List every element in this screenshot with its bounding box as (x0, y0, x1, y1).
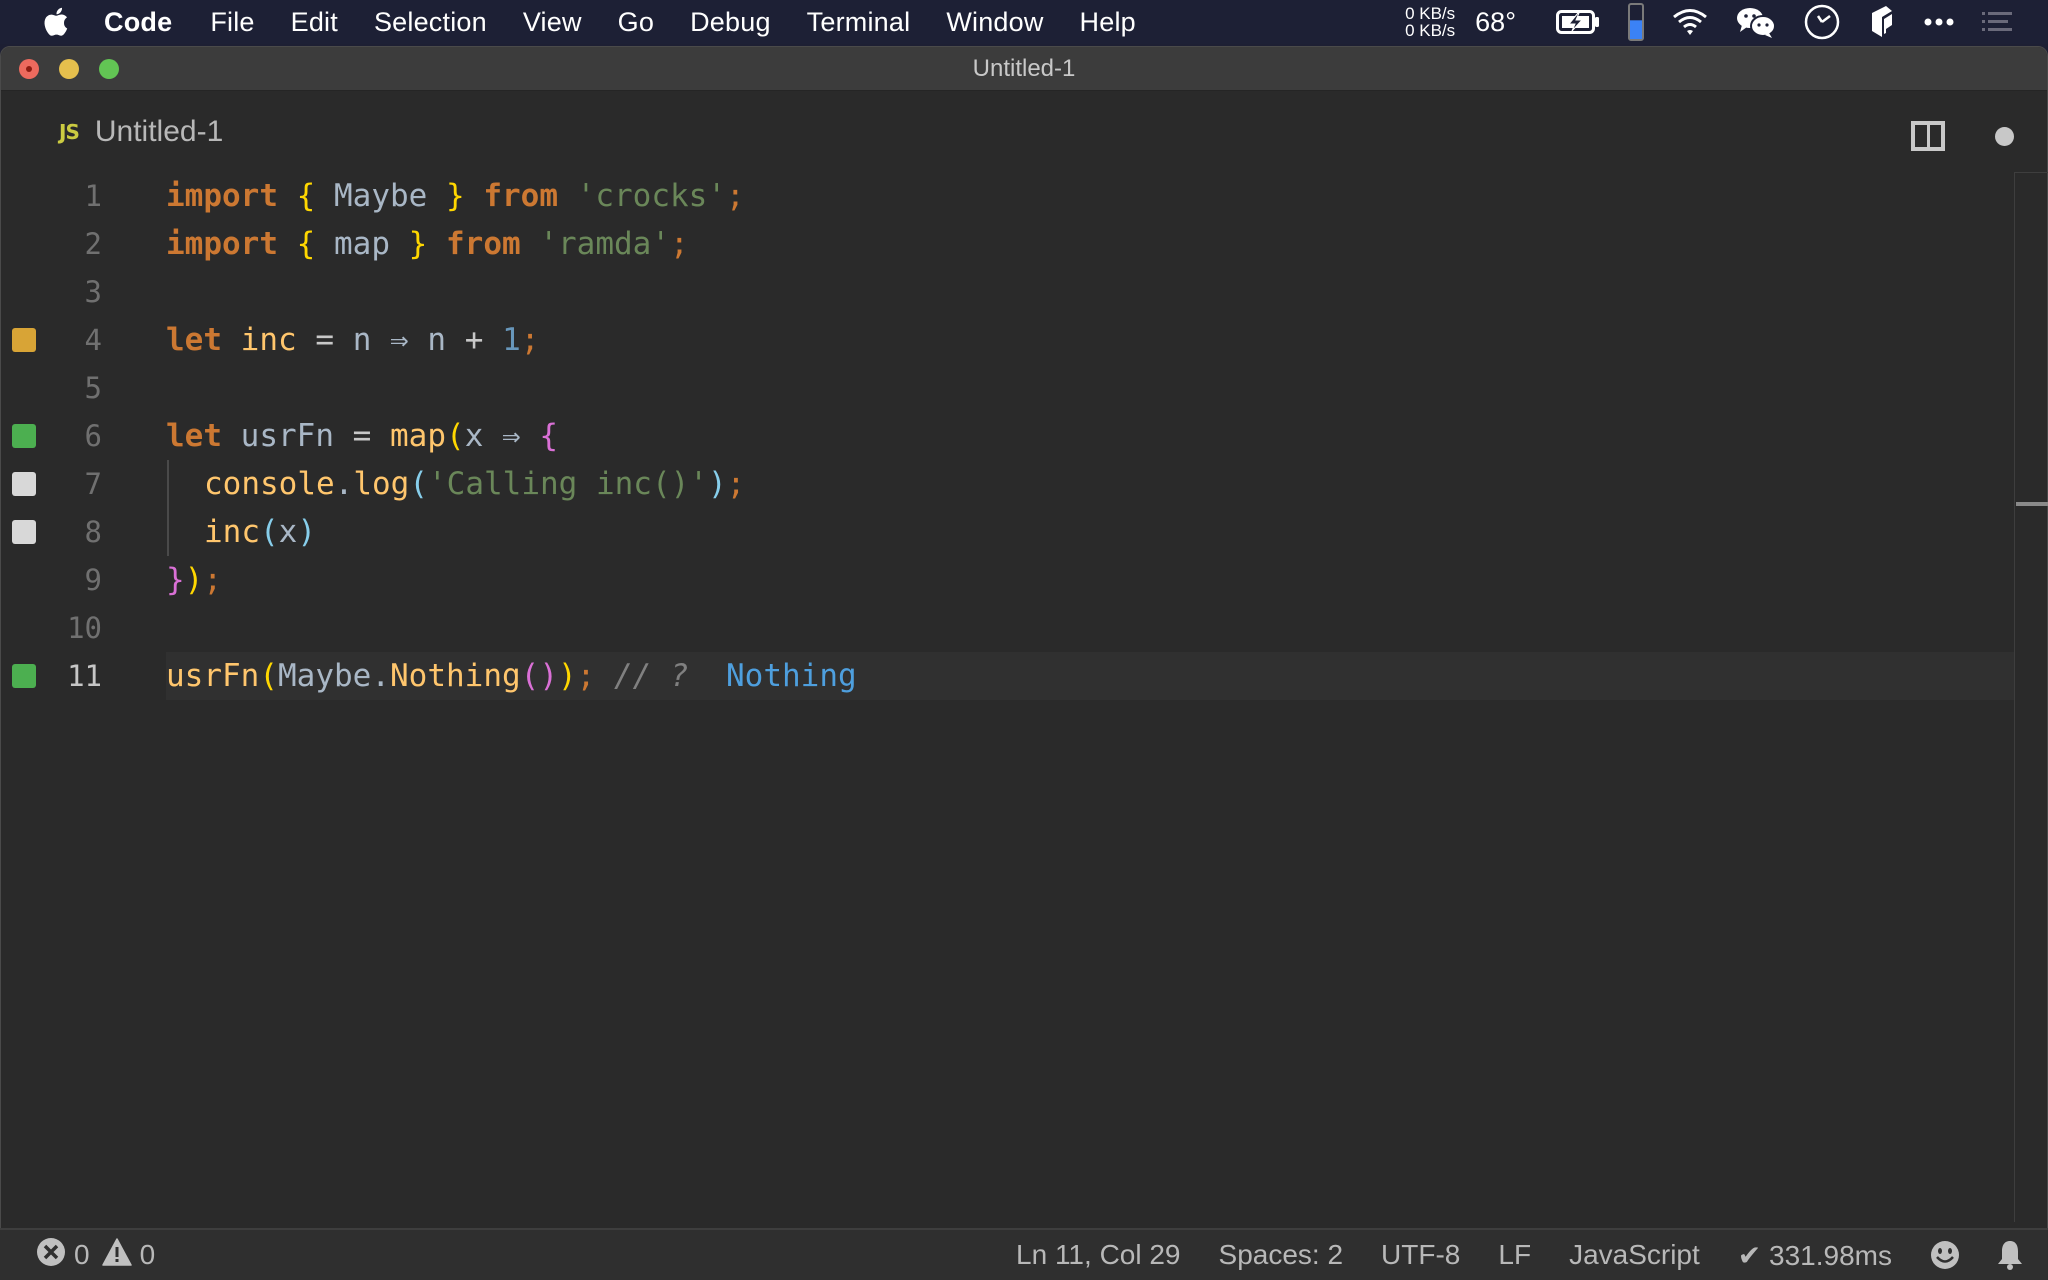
list-icon[interactable] (1982, 11, 2012, 33)
javascript-file-icon: JS (59, 120, 80, 144)
tab-label: Untitled-1 (94, 115, 224, 148)
problems-indicator[interactable]: 0 0 (36, 1237, 167, 1274)
net-download: 0 KB/s (1405, 21, 1456, 40)
code-editor[interactable]: 1 import { Maybe } from 'crocks'; 2 impo… (0, 172, 2048, 1222)
menu-selection[interactable]: Selection (374, 7, 487, 38)
warning-icon (101, 1237, 132, 1273)
code-text: inc(x) (204, 514, 317, 550)
menu-debug[interactable]: Debug (690, 7, 771, 38)
macos-menu-bar: Code File Edit Selection View Go Debug T… (0, 0, 2048, 44)
temperature[interactable]: 68° (1475, 7, 1516, 38)
close-window-button[interactable] (19, 59, 39, 79)
overview-ruler[interactable] (2014, 172, 2048, 1222)
line-number: 3 (84, 275, 102, 309)
apple-menu-icon[interactable] (40, 5, 70, 39)
menu-bar-tray: 0 KB/s 0 KB/s 68° (1405, 0, 2048, 44)
wifi-icon[interactable] (1672, 8, 1708, 36)
code-line[interactable]: 5 (0, 364, 2016, 412)
cursor-position[interactable]: Ln 11, Col 29 (1016, 1239, 1181, 1271)
code-text: import { Maybe } from 'crocks'; (166, 178, 745, 214)
code-line[interactable]: 9 }); (0, 556, 2016, 604)
end-of-line[interactable]: LF (1498, 1239, 1531, 1271)
menu-window[interactable]: Window (946, 7, 1043, 38)
code-line[interactable]: 3 (0, 268, 2016, 316)
error-count: 0 (74, 1239, 90, 1270)
code-line[interactable]: 4 let inc = n ⇒ n + 1; (0, 316, 2016, 364)
minimize-window-button[interactable] (59, 59, 79, 79)
clock-icon[interactable] (1804, 4, 1840, 40)
line-number: 7 (84, 467, 102, 501)
menu-edit[interactable]: Edit (291, 7, 338, 38)
notifications-bell-icon[interactable] (1996, 1239, 2024, 1271)
menu-terminal[interactable]: Terminal (807, 7, 911, 38)
title-bar: Untitled-1 (1, 47, 2047, 91)
more-icon[interactable] (1924, 17, 1954, 27)
line-number: 4 (84, 323, 102, 357)
net-upload: 0 KB/s (1405, 4, 1456, 23)
code-text: console.log('Calling inc()'); (204, 466, 746, 502)
status-bar-right: Ln 11, Col 29 Spaces: 2 UTF-8 LF JavaScr… (1016, 1230, 2048, 1280)
code-line[interactable]: 1 import { Maybe } from 'crocks'; (0, 172, 2016, 220)
line-number: 1 (84, 179, 102, 213)
line-number: 11 (67, 659, 102, 693)
status-bar: 0 0 Ln 11, Col 29 Spaces: 2 UTF-8 LF Jav… (0, 1228, 2048, 1280)
battery-charging-icon[interactable] (1556, 9, 1600, 35)
error-icon (36, 1237, 66, 1274)
feedback-smiley-icon[interactable] (1930, 1240, 1960, 1270)
app-cube-icon[interactable] (1868, 5, 1896, 39)
unsaved-dot-icon[interactable] (1995, 127, 2014, 146)
code-line[interactable]: 6 let usrFn = map(x ⇒ { (0, 412, 2016, 460)
code-text: }); (166, 562, 223, 598)
menu-view[interactable]: View (523, 7, 582, 38)
window-controls (19, 59, 119, 79)
window-title: Untitled-1 (972, 54, 1076, 82)
line-number: 2 (84, 227, 102, 261)
menu-app-code[interactable]: Code (104, 7, 172, 38)
memory-gauge-icon[interactable] (1628, 3, 1644, 41)
code-text: let usrFn = map(x ⇒ { (166, 418, 559, 454)
line-number: 10 (67, 611, 102, 645)
inline-result: Nothing (726, 658, 857, 694)
menu-file[interactable]: File (210, 7, 254, 38)
network-speed[interactable]: 0 KB/s 0 KB/s (1405, 5, 1455, 39)
scrollbar-thumb[interactable] (2016, 502, 2048, 506)
encoding[interactable]: UTF-8 (1381, 1239, 1460, 1271)
code-text: import { map } from 'ramda'; (166, 226, 689, 262)
line-number: 9 (84, 563, 102, 597)
code-line[interactable]: 7 console.log('Calling inc()'); (0, 460, 2016, 508)
code-line-current[interactable]: 11 usrFn(Maybe.Nothing()); // ? Nothing (0, 652, 2016, 700)
indentation[interactable]: Spaces: 2 (1219, 1239, 1344, 1271)
code-text: usrFn(Maybe.Nothing()); // ? Nothing (166, 658, 857, 694)
inline-comment: // ? (614, 658, 689, 694)
code-line[interactable]: 8 inc(x) (0, 508, 2016, 556)
code-text: let inc = n ⇒ n + 1; (166, 322, 540, 358)
wechat-icon[interactable] (1736, 6, 1776, 38)
quokka-timing[interactable]: ✔ 331.98ms (1738, 1239, 1892, 1272)
warning-count: 0 (139, 1239, 156, 1270)
editor-tab-strip: JS Untitled-1 (1, 91, 2047, 173)
line-number: 6 (84, 419, 102, 453)
maximize-window-button[interactable] (99, 59, 119, 79)
code-line[interactable]: 10 (0, 604, 2016, 652)
menu-help[interactable]: Help (1080, 7, 1136, 38)
menu-go[interactable]: Go (618, 7, 654, 38)
split-editor-icon[interactable] (1911, 121, 1945, 151)
tab-untitled-1[interactable]: JS Untitled-1 (59, 115, 223, 149)
language-mode[interactable]: JavaScript (1569, 1239, 1700, 1271)
code-line[interactable]: 2 import { map } from 'ramda'; (0, 220, 2016, 268)
line-number: 8 (84, 515, 102, 549)
line-number: 5 (84, 371, 102, 405)
